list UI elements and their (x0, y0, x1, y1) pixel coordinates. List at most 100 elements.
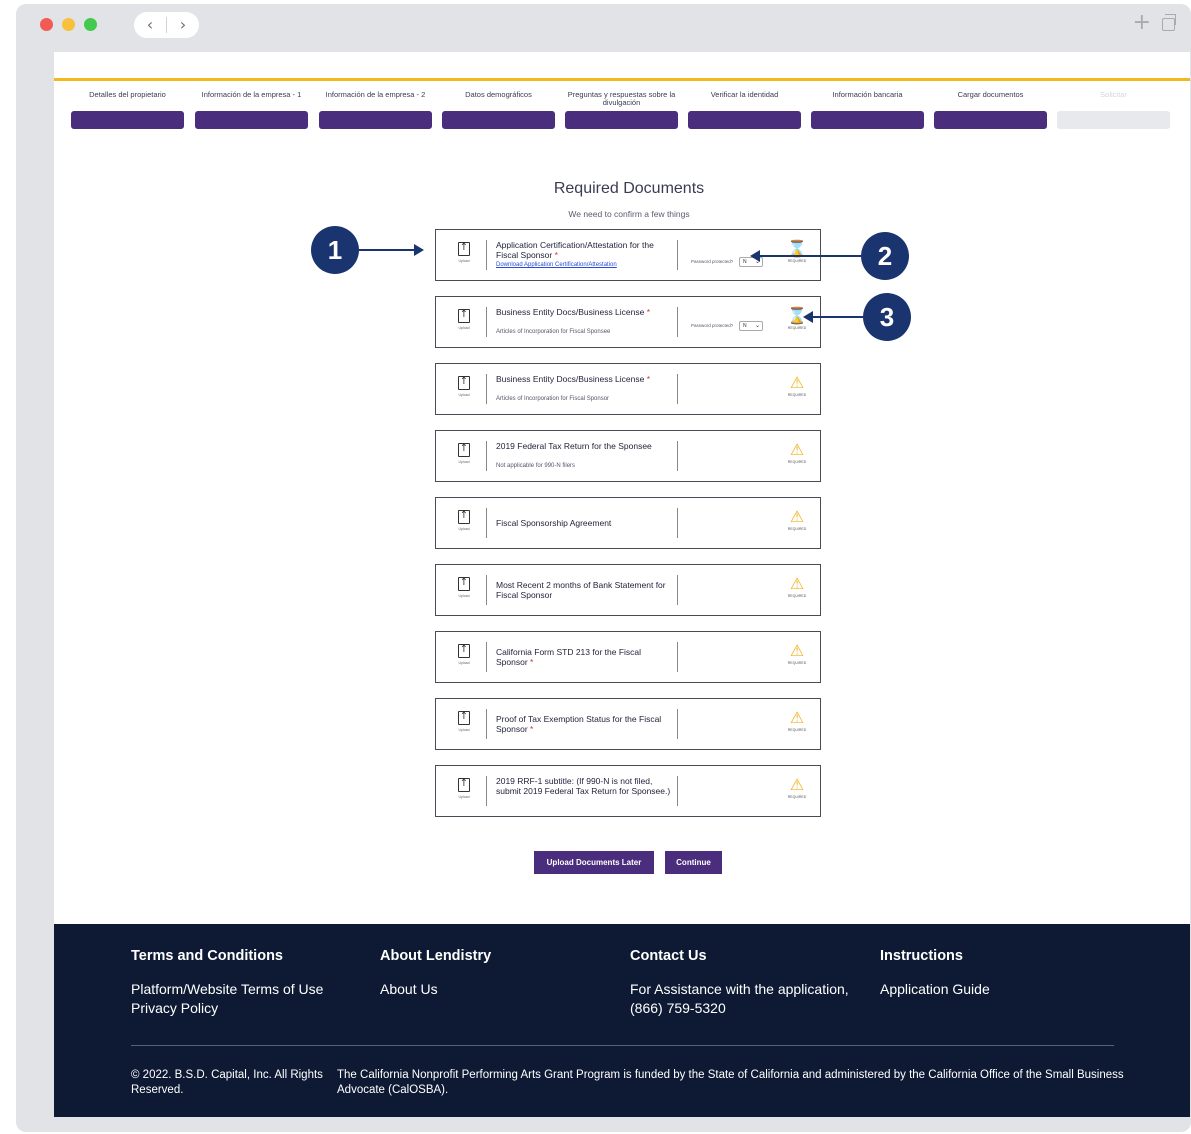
application-guide-link[interactable]: Application Guide (880, 980, 1120, 999)
minimize-window-button[interactable] (62, 18, 75, 31)
password-protected-select[interactable]: N ⌄ (739, 321, 763, 331)
document-status: ⚠ REQUIRED (784, 776, 810, 808)
forward-arrow-icon[interactable]: › (167, 12, 199, 38)
step-label: Preguntas y respuestas sobre la divulgac… (567, 90, 676, 107)
upload-icon[interactable]: ↑ Upload (456, 443, 472, 465)
document-subtitle: Articles of Incorporation for Fiscal Spo… (496, 329, 611, 335)
step-label: Datos demográficos (465, 90, 532, 99)
upload-icon[interactable]: ↑ Upload (456, 309, 472, 331)
document-subtitle: Not applicable for 990-N filers (496, 463, 576, 469)
step-8[interactable]: Cargar documentos (934, 91, 1047, 131)
card-divider (486, 240, 487, 270)
step-progress-bar (934, 111, 1047, 129)
step-1[interactable]: Detalles del propietario (71, 91, 184, 131)
upload-icon[interactable]: ↑ Upload (456, 644, 472, 666)
required-asterisk: * (554, 250, 558, 260)
close-window-button[interactable] (40, 18, 53, 31)
card-divider (677, 508, 678, 538)
document-card: ↑ Upload 2019 RRF-1 subtitle: (If 990-N is… (435, 765, 821, 817)
status-caption: REQUIRED (787, 326, 807, 330)
continue-button[interactable]: Continue (665, 851, 722, 874)
step-progress-bar (811, 111, 924, 129)
status-caption: REQUIRED (787, 661, 807, 665)
status-caption: REQUIRED (787, 460, 807, 464)
callout-2: 2 (861, 232, 909, 280)
about-us-link[interactable]: About Us (380, 980, 620, 999)
document-title-text: Proof of Tax Exemption Status for the Fi… (496, 714, 662, 734)
step-progress-bar (1057, 111, 1170, 129)
document-card: ↑ Upload Proof of Tax Exemption Status for… (435, 698, 821, 750)
upload-caption: Upload (458, 259, 470, 263)
card-divider (486, 642, 487, 672)
warning-icon: ⚠ (789, 373, 805, 392)
upload-icon[interactable]: ↑ Upload (456, 577, 472, 599)
warning-icon: ⚠ (789, 440, 805, 459)
document-card: ↑ Upload California Form STD 213 for the F… (435, 631, 821, 683)
tab-overview-icon[interactable] (1162, 14, 1176, 31)
history-nav: ‹ › (134, 12, 199, 38)
card-divider (486, 307, 487, 337)
maximize-window-button[interactable] (84, 18, 97, 31)
password-protected-label: Password protected? (691, 259, 734, 264)
password-select-value: N (743, 323, 747, 329)
download-attestation-link[interactable]: Download Application Certification/Attes… (496, 262, 674, 268)
step-7[interactable]: Información bancaria (811, 91, 924, 131)
callout-1: 1 (311, 226, 359, 274)
step-3[interactable]: Información de la empresa - 2 (319, 91, 432, 131)
required-asterisk: * (530, 657, 534, 667)
card-divider (677, 575, 678, 605)
step-progress-bar (442, 111, 555, 129)
back-arrow-icon[interactable]: ‹ (134, 12, 166, 38)
step-2[interactable]: Información de la empresa - 1 (195, 91, 308, 131)
upload-caption: Upload (458, 527, 470, 531)
document-status: ⚠ REQUIRED (784, 642, 810, 674)
upload-icon[interactable]: ↑ Upload (456, 376, 472, 398)
site-footer: Terms and Conditions Platform/Website Te… (54, 924, 1190, 1117)
step-9[interactable]: Solicitar (1057, 91, 1170, 131)
card-divider (486, 776, 487, 806)
callout-3: 3 (863, 293, 911, 341)
card-divider (486, 575, 487, 605)
document-status: ⚠ REQUIRED (784, 441, 810, 473)
card-divider (486, 441, 487, 471)
terms-of-use-link[interactable]: Platform/Website Terms of Use (131, 980, 371, 999)
document-card: ↑ Upload 2019 Federal Tax Return for the S… (435, 430, 821, 482)
upload-later-button[interactable]: Upload Documents Later (534, 851, 654, 874)
callout-2-arrow (759, 255, 861, 257)
status-caption: REQUIRED (787, 795, 807, 799)
footer-col-instructions: Instructions Application Guide (880, 948, 1120, 999)
document-title-text: Business Entity Docs/Business License (496, 374, 645, 384)
copyright-text: © 2022. B.S.D. Capital, Inc. All Rights … (131, 1069, 323, 1096)
footer-heading: Terms and Conditions (131, 948, 283, 964)
document-card: ↑ Upload Fiscal Sponsorship Agreement ⚠ REQU… (435, 497, 821, 549)
step-6[interactable]: Verificar la identidad (688, 91, 801, 131)
callout-1-arrow (359, 249, 415, 251)
callout-3-arrow (812, 316, 863, 318)
privacy-policy-link[interactable]: Privacy Policy (131, 999, 371, 1018)
upload-icon[interactable]: ↑ Upload (456, 242, 472, 264)
footer-heading: Contact Us (630, 948, 707, 964)
footer-col-about: About Lendistry About Us (380, 948, 620, 999)
status-caption: REQUIRED (787, 259, 807, 263)
card-divider (486, 374, 487, 404)
status-caption: REQUIRED (787, 728, 807, 732)
card-divider (677, 307, 678, 337)
upload-icon[interactable]: ↑ Upload (456, 711, 472, 733)
card-divider (677, 374, 678, 404)
document-title: Business Entity Docs/Business License * (496, 307, 674, 317)
new-tab-plus-icon[interactable]: + (1133, 10, 1151, 35)
callout-2-arrowhead (750, 250, 760, 262)
status-caption: REQUIRED (787, 594, 807, 598)
document-title: 2019 Federal Tax Return for the Sponsee (496, 441, 674, 451)
upload-icon[interactable]: ↑ Upload (456, 510, 472, 532)
warning-icon: ⚠ (789, 775, 805, 794)
footer-col-terms: Terms and Conditions Platform/Website Te… (131, 948, 371, 1018)
step-5[interactable]: Preguntas y respuestas sobre la divulgac… (565, 91, 678, 131)
upload-caption: Upload (458, 460, 470, 464)
chevron-down-icon: ⌄ (754, 323, 760, 329)
document-title-text: Most Recent 2 months of Bank Statement f… (496, 580, 666, 600)
step-4[interactable]: Datos demográficos (442, 91, 555, 131)
document-status: ⚠ REQUIRED (784, 709, 810, 741)
progress-accent-line (54, 78, 1190, 81)
upload-icon[interactable]: ↑ Upload (456, 778, 472, 800)
